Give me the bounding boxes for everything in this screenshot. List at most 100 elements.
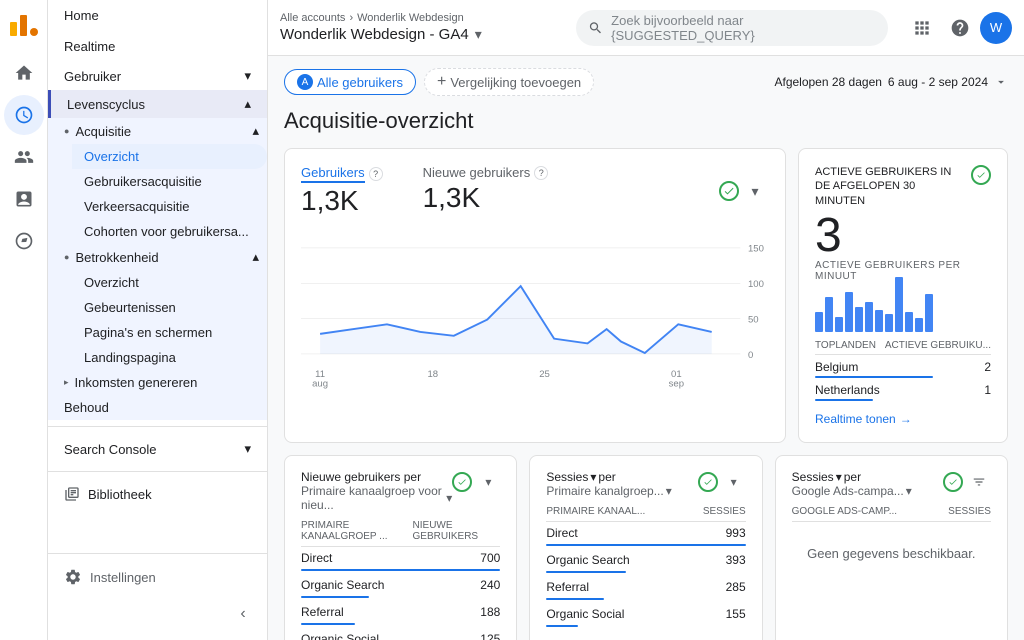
bottom-card-2-subtitle-btn[interactable]: ▾ <box>666 484 672 498</box>
sidebar-item-settings[interactable]: Instellingen <box>48 560 267 594</box>
sidebar-item-momentopname[interactable]: Home <box>48 0 267 31</box>
mini-bar <box>895 277 903 332</box>
card1-direct-bar <box>301 569 500 571</box>
sidebar-spacer <box>48 510 267 553</box>
top-cards-row: Gebruikers ? 1,3K Nieuwe gebruikers ? 1,… <box>284 148 1008 443</box>
card2-organic-bar <box>546 571 626 573</box>
sidebar-item-gebeurtenissen[interactable]: Gebeurtenissen <box>72 295 267 320</box>
filter-bar: A Alle gebruikers + Vergelijking toevoeg… <box>284 68 1008 96</box>
nav-icon-lifecycle[interactable] <box>4 179 44 219</box>
svg-text:aug: aug <box>312 378 328 389</box>
netherlands-bar <box>815 399 873 401</box>
date-selector[interactable]: Afgelopen 28 dagen 6 aug - 2 sep 2024 <box>774 75 1008 89</box>
settings-label: Instellingen <box>90 570 156 585</box>
sidebar-section-levenscyclus[interactable]: Levenscyclus <box>48 90 267 118</box>
sidebar-item-landingspagina[interactable]: Landingspagina <box>72 345 267 370</box>
card2-col2: SESSIES <box>703 506 746 517</box>
sidebar-item-betrokkenheid-overzicht[interactable]: Overzicht <box>72 270 267 295</box>
chip-icon: A <box>297 74 313 90</box>
realtime-value: 3 <box>815 212 991 260</box>
card2-referral-text: Referral 285 <box>546 576 745 598</box>
bottom-card-ads: Sessies▾ per Google Ads-campa... ▾ <box>775 455 1008 640</box>
metric-users-value: 1,3K <box>301 185 383 217</box>
sidebar-item-bibliotheek[interactable]: Bibliotheek <box>48 478 267 510</box>
bottom-card-1-col-headers: PRIMAIRE KANAALGROEP ... NIEUWE GEBRUIKE… <box>301 516 500 547</box>
momentopname-label: Home <box>64 8 99 23</box>
realtime-card: ACTIEVE GEBRUIKERS IN DE AFGELOPEN 30 MI… <box>798 148 1008 443</box>
bottom-card-2-actions: ▾ <box>698 470 746 494</box>
sidebar-item-paginas[interactable]: Pagina's en schermen <box>72 320 267 345</box>
bottom-card-1-header: Nieuwe gebruikers per Primaire kanaalgro… <box>301 470 500 512</box>
svg-text:sep: sep <box>669 378 684 389</box>
sidebar-item-verkeersacquisitie[interactable]: Verkeersacquisitie <box>72 194 267 219</box>
ads-sessies-dropdown-btn[interactable]: ▾ <box>836 470 842 484</box>
card2-row-social: Organic Social 155 <box>546 603 745 627</box>
date-dropdown-icon <box>994 75 1008 89</box>
card3-filter-btn[interactable] <box>967 470 991 494</box>
mini-bar <box>845 292 853 332</box>
collapse-sidebar-button[interactable]: ‹ <box>227 598 259 630</box>
breadcrumb-alle: Alle accounts <box>280 12 345 24</box>
user-avatar[interactable]: W <box>980 12 1012 44</box>
card1-row-social: Organic Social 125 <box>301 628 500 640</box>
bottom-card-2-subtitle: Primaire kanalgroep... ▾ <box>546 484 671 498</box>
main-chart-card: Gebruikers ? 1,3K Nieuwe gebruikers ? 1,… <box>284 148 786 443</box>
account-dropdown-btn[interactable]: ▾ <box>475 26 482 43</box>
sessies-dropdown-btn[interactable]: ▾ <box>590 470 596 484</box>
mini-bar <box>915 318 923 332</box>
bottom-card-3-header: Sessies▾ per Google Ads-campa... ▾ <box>792 470 991 498</box>
bottom-card-1-title-area: Nieuwe gebruikers per Primaire kanaalgro… <box>301 470 452 512</box>
search-placeholder: Zoek bijvoorbeeld naar {SUGGESTED_QUERY} <box>611 13 876 43</box>
mini-bar <box>855 307 863 332</box>
logo-button[interactable] <box>10 8 38 39</box>
card1-menu-btn[interactable]: ▾ <box>476 470 500 494</box>
metric-new-users-label: Nieuwe gebruikers <box>423 165 531 180</box>
nav-icon-users[interactable] <box>4 137 44 177</box>
status-check-icon <box>719 181 739 201</box>
mini-bar <box>825 297 833 332</box>
bottom-card-3-title: Sessies▾ per <box>792 470 912 484</box>
acquisitie-subsection: ● Acquisitie Overzicht Gebruikersacquisi… <box>48 118 267 420</box>
card3-status-icon <box>943 472 963 492</box>
sidebar-item-gebruikersacquisitie[interactable]: Gebruikersacquisitie <box>72 169 267 194</box>
help-icon-btn[interactable] <box>942 10 978 46</box>
card2-menu-btn[interactable]: ▾ <box>722 470 746 494</box>
behoud-label: Behoud <box>64 400 109 415</box>
sidebar-item-overzicht[interactable]: Overzicht <box>72 144 267 169</box>
sidebar-item-search-console[interactable]: Search Console <box>48 433 267 465</box>
card2-direct-bar <box>546 544 745 546</box>
metrics-row: Gebruikers ? 1,3K Nieuwe gebruikers ? 1,… <box>301 165 769 217</box>
nav-icon-realtime[interactable] <box>4 95 44 135</box>
sidebar-item-betrokkenheid[interactable]: ● Betrokkenheid <box>56 244 267 270</box>
nav-icon-explore[interactable] <box>4 221 44 261</box>
metric-users-help[interactable]: ? <box>369 167 383 181</box>
card2-referral-bar <box>546 598 604 600</box>
all-users-chip[interactable]: A Alle gebruikers <box>284 69 416 95</box>
card1-organic-bar <box>301 596 369 598</box>
realtime-footer: Realtime tonen → <box>815 404 991 426</box>
chart-toggle-btn[interactable]: ▾ <box>741 177 769 205</box>
levenscyclus-label: Levenscyclus <box>67 97 145 112</box>
sidebar-item-realtime[interactable]: Realtime <box>48 31 267 62</box>
card2-organic-text: Organic Search 393 <box>546 549 745 571</box>
nav-icon-home[interactable] <box>4 53 44 93</box>
realtime-col2-header: ACTIEVE GEBRUIKU... <box>885 340 991 351</box>
search-bar[interactable]: Zoek bijvoorbeeld naar {SUGGESTED_QUERY} <box>576 10 888 46</box>
realtime-table-header: TOPLANDEN ACTIEVE GEBRUIKU... <box>815 340 991 355</box>
sidebar-item-cohorten[interactable]: Cohorten voor gebruikersa... <box>72 219 267 244</box>
metric-new-users-help[interactable]: ? <box>534 166 548 180</box>
app-layout: Home Realtime Gebruiker Levenscyclus ● A… <box>0 0 1024 640</box>
compare-plus-icon: + <box>437 73 446 91</box>
realtime-row-netherlands-text: Netherlands 1 <box>815 381 991 399</box>
sidebar-item-acquisitie[interactable]: ● Acquisitie <box>56 118 267 144</box>
compare-chip[interactable]: + Vergelijking toevoegen <box>424 68 594 96</box>
sidebar-section-gebruiker[interactable]: Gebruiker <box>48 62 267 90</box>
mini-bar-chart <box>815 288 991 332</box>
bottom-card-3-subtitle-btn[interactable]: ▾ <box>906 484 912 498</box>
apps-icon-btn[interactable] <box>904 10 940 46</box>
sidebar-item-inkomsten[interactable]: ▸ Inkomsten genereren <box>56 370 267 395</box>
sidebar-item-behoud[interactable]: Behoud <box>56 395 267 420</box>
mini-bar <box>905 312 913 332</box>
top-bar-left: Alle accounts › Wonderlik Webdesign Wond… <box>280 12 568 43</box>
realtime-link[interactable]: Realtime tonen → <box>815 412 991 426</box>
